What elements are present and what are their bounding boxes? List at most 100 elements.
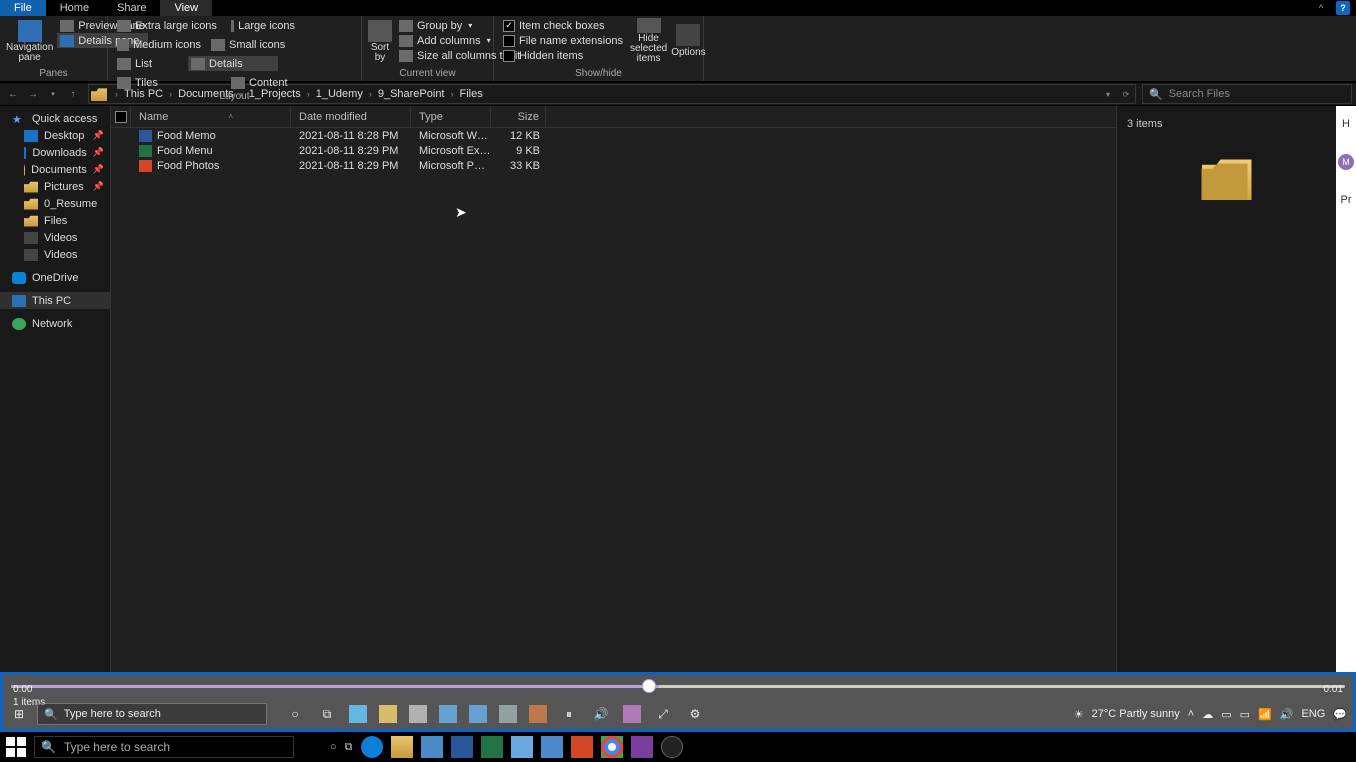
start-button[interactable] <box>6 737 26 757</box>
taskbar-explorer-icon[interactable] <box>391 736 413 758</box>
tray-chevron-icon[interactable]: ˄ <box>1188 708 1194 720</box>
nav-history-dropdown[interactable]: ▾ <box>44 85 62 103</box>
header-date[interactable]: Date modified <box>291 106 411 127</box>
fullscreen-button[interactable]: ⤢ <box>653 704 673 724</box>
file-row[interactable]: Food Photos 2021-08-11 8:29 PM Microsoft… <box>111 158 1116 173</box>
help-icon[interactable]: ? <box>1336 1 1350 15</box>
overlay-app-icon[interactable] <box>439 705 457 723</box>
taskbar-onenote-icon[interactable] <box>631 736 653 758</box>
file-row[interactable]: Food Memo 2021-08-11 8:28 PM Microsoft W… <box>111 128 1116 143</box>
layout-details-button[interactable]: Details <box>188 56 278 71</box>
refresh-button[interactable]: ⟳ <box>1117 85 1135 103</box>
nav-desktop[interactable]: Desktop📌 <box>0 127 110 144</box>
nav-pictures[interactable]: Pictures📌 <box>0 178 110 195</box>
header-checkbox[interactable] <box>111 106 131 127</box>
file-list[interactable]: Name˄ Date modified Type Size Food Memo … <box>111 106 1116 672</box>
nav-onedrive[interactable]: OneDrive <box>0 269 110 286</box>
header-type[interactable]: Type <box>411 106 491 127</box>
overlay-cortana-icon[interactable]: ○ <box>285 704 305 724</box>
header-name[interactable]: Name˄ <box>131 106 291 127</box>
layout-large-button[interactable]: Large icons <box>228 18 298 33</box>
nav-videos2[interactable]: Videos <box>0 246 110 263</box>
sort-by-button[interactable]: Sort by <box>368 18 392 64</box>
hide-selected-button[interactable]: Hide selected items <box>630 18 667 64</box>
tray-notification-icon[interactable]: 💬 <box>1333 708 1347 721</box>
crumb-5[interactable]: Files <box>458 88 485 100</box>
weather-text[interactable]: 27°C Partly sunny <box>1092 708 1180 720</box>
taskbar-powerpoint-icon[interactable] <box>571 736 593 758</box>
tray-volume-icon[interactable]: 🔊 <box>1280 708 1294 721</box>
overlay-search-input[interactable]: 🔍 Type here to search <box>37 703 267 725</box>
tray-wifi-icon[interactable]: 📶 <box>1258 708 1272 721</box>
select-all-checkbox[interactable] <box>115 111 127 123</box>
nav-videos1[interactable]: Videos <box>0 229 110 246</box>
taskbar-word-icon[interactable] <box>451 736 473 758</box>
taskbar-taskview-icon[interactable]: ⧉ <box>345 741 353 754</box>
tray-icon2[interactable]: ▭ <box>1240 708 1250 721</box>
ribbon-tab-file[interactable]: File <box>0 0 46 16</box>
layout-content-button[interactable]: Content <box>228 75 298 90</box>
taskbar-teams-icon[interactable] <box>541 736 563 758</box>
nav-network[interactable]: Network <box>0 315 110 332</box>
ribbon-tab-home[interactable]: Home <box>46 0 103 16</box>
taskbar-excel-icon[interactable] <box>481 736 503 758</box>
item-check-toggle[interactable]: Item check boxes <box>500 18 626 33</box>
nav-back-button[interactable]: ← <box>4 85 22 103</box>
overlay-explorer-icon[interactable] <box>379 705 397 723</box>
overlay-edge-icon[interactable] <box>349 705 367 723</box>
overlay-taskview-icon[interactable]: ⧉ <box>317 704 337 724</box>
taskbar-search-placeholder: Type here to search <box>64 740 170 754</box>
file-ext-toggle[interactable]: File name extensions <box>500 33 626 48</box>
hidden-items-toggle[interactable]: Hidden items <box>500 48 626 63</box>
taskbar-outlook-icon[interactable] <box>511 736 533 758</box>
hidden-items-checkbox[interactable] <box>503 50 515 62</box>
layout-tiles-button[interactable]: Tiles <box>114 75 224 90</box>
item-check-checkbox[interactable] <box>503 20 515 32</box>
avatar[interactable]: M <box>1338 154 1354 170</box>
overlay-start-icon[interactable]: ⊞ <box>9 704 29 724</box>
nav-files[interactable]: Files <box>0 212 110 229</box>
layout-small-button[interactable]: Small icons <box>208 37 318 52</box>
address-dropdown-icon[interactable]: ▾ <box>1099 85 1117 103</box>
tray-cloud-icon[interactable]: ☁ <box>1202 708 1213 721</box>
taskbar-cortana-icon[interactable]: ○ <box>330 741 337 753</box>
volume-button[interactable]: 🔊 <box>591 704 611 724</box>
nav-downloads[interactable]: Downloads📌 <box>0 144 110 161</box>
taskbar: 🔍 Type here to search ○ ⧉ <box>0 732 1356 762</box>
nav-documents[interactable]: Documents📌 <box>0 161 110 178</box>
options-button[interactable]: Options <box>671 18 705 64</box>
overlay-app3-icon[interactable] <box>529 705 547 723</box>
crumb-4[interactable]: 9_SharePoint <box>376 88 447 100</box>
navigation-pane-button[interactable]: Navigation pane <box>6 18 53 64</box>
taskbar-clock-icon[interactable] <box>661 736 683 758</box>
overlay-app4-icon[interactable] <box>623 705 641 723</box>
nav-this-pc[interactable]: This PC <box>0 292 110 309</box>
tray-icon[interactable]: ▭ <box>1221 708 1231 721</box>
header-size[interactable]: Size <box>491 106 546 127</box>
taskbar-search-input[interactable]: 🔍 Type here to search <box>34 736 294 758</box>
file-ext-checkbox[interactable] <box>503 35 515 47</box>
nav-forward-button[interactable]: → <box>24 85 42 103</box>
overlay-store-icon[interactable] <box>409 705 427 723</box>
ribbon-tab-share[interactable]: Share <box>103 0 160 16</box>
nav-thispc-label: This PC <box>32 295 71 307</box>
layout-extra-large-button[interactable]: Extra large icons <box>114 18 224 33</box>
nav-resume[interactable]: 0_Resume <box>0 195 110 212</box>
play-pause-button[interactable]: ⏸ <box>559 704 579 724</box>
ribbon-tab-view[interactable]: View <box>160 0 212 16</box>
search-input[interactable]: 🔍 Search Files <box>1142 84 1352 104</box>
overlay-app2-icon[interactable] <box>499 705 517 723</box>
nav-quick-access[interactable]: ★Quick access <box>0 110 110 127</box>
minimize-ribbon-icon[interactable]: ^ <box>1314 1 1328 15</box>
nav-up-button[interactable]: ↑ <box>64 85 82 103</box>
seek-handle[interactable] <box>642 679 656 693</box>
layout-list-button[interactable]: List <box>114 56 184 71</box>
tray-lang[interactable]: ENG <box>1301 708 1325 720</box>
taskbar-app-icon[interactable] <box>421 736 443 758</box>
overlay-mail-icon[interactable] <box>469 705 487 723</box>
file-row[interactable]: Food Menu 2021-08-11 8:29 PM Microsoft E… <box>111 143 1116 158</box>
layout-medium-button[interactable]: Medium icons <box>114 37 204 52</box>
settings-button[interactable]: ⚙ <box>685 704 705 724</box>
taskbar-edge-icon[interactable] <box>361 736 383 758</box>
taskbar-chrome-icon[interactable] <box>601 736 623 758</box>
